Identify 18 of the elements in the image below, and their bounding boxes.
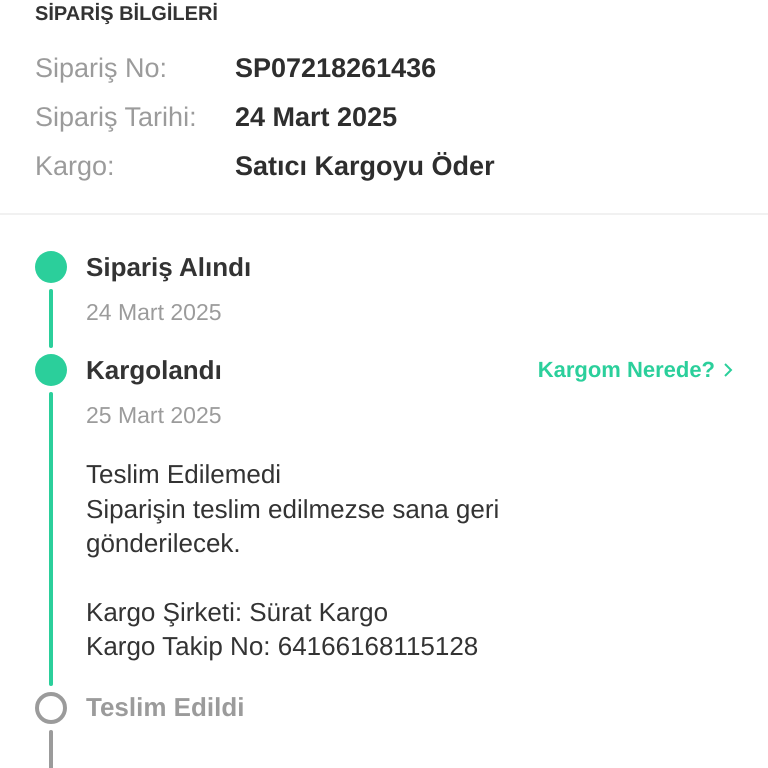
info-value: 24 Mart 2025 bbox=[235, 102, 398, 133]
chevron-right-icon bbox=[723, 362, 733, 378]
info-value: Satıcı Kargoyu Öder bbox=[235, 151, 495, 182]
info-label: Sipariş Tarihi: bbox=[35, 102, 198, 133]
info-label: Sipariş No: bbox=[35, 53, 168, 84]
step-title: Kargolandı bbox=[86, 354, 222, 386]
track-shipment-link[interactable]: Kargom Nerede? bbox=[538, 357, 733, 383]
step-date: 25 Mart 2025 bbox=[86, 402, 223, 429]
step-detail-text: Siparişin teslim edilmezse sana geri gönderilecek. bbox=[86, 492, 500, 560]
section-title: SİPARİŞ BİLGİLERİ bbox=[35, 2, 219, 26]
step-date: 24 Mart 2025 bbox=[86, 299, 223, 326]
step-detail-text: Kargo Takip No: 64166168115128 bbox=[86, 630, 480, 663]
info-label: Kargo: bbox=[35, 151, 116, 182]
step-title: Teslim Edildi bbox=[86, 692, 244, 723]
step-detail-text: Kargo Şirketi: Sürat Kargo bbox=[86, 596, 390, 628]
step-title: Sipariş Alındı bbox=[86, 252, 252, 282]
info-value: SP07218261436 bbox=[235, 53, 436, 84]
step-detail-text: Teslim Edilemedi bbox=[86, 458, 282, 491]
